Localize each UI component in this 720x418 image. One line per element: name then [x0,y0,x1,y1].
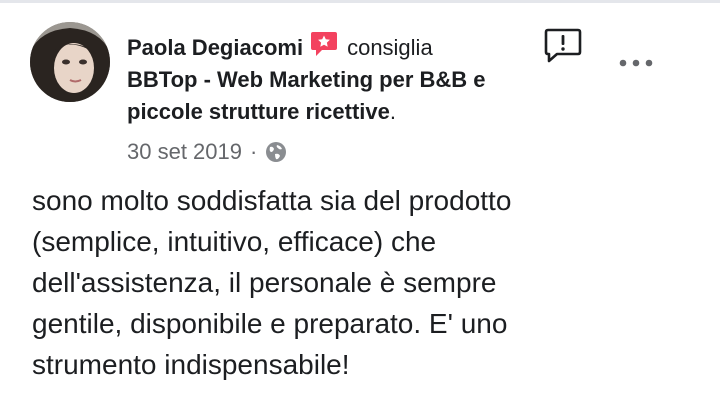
globe-icon [265,141,287,163]
more-options-icon [619,59,653,67]
more-options-button[interactable] [618,56,654,70]
page-name-link[interactable]: BBTop - Web Marketing per B&B e piccole … [127,67,486,124]
review-meta: 30 set 2019 · [127,136,287,168]
review-header: Paola Degiacomi consiglia BBTop - Web Mar… [127,30,527,128]
avatar[interactable] [30,22,110,102]
avatar-image [30,22,110,102]
recommend-verb: consiglia [347,35,433,60]
top-divider [0,0,720,3]
sentence-period: . [389,99,396,124]
recommend-badge-icon [309,30,339,58]
report-button[interactable] [543,27,583,65]
author-name[interactable]: Paola Degiacomi [127,35,303,60]
review-text: sono molto soddisfatta sia del prodotto … [32,185,512,380]
review-date[interactable]: 30 set 2019 [127,136,242,168]
report-icon [544,28,582,63]
meta-separator: · [249,139,258,164]
